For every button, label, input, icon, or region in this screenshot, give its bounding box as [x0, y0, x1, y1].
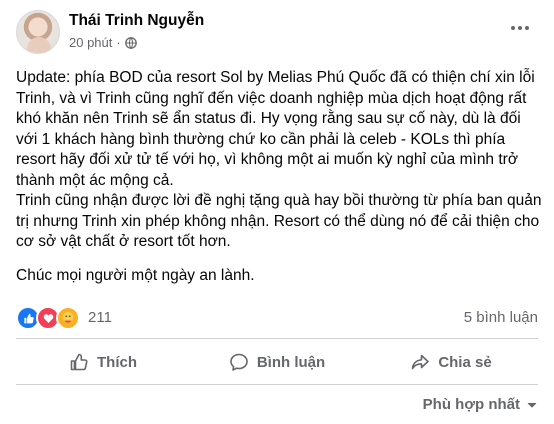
- globe-icon[interactable]: [124, 36, 137, 49]
- meta-separator: ·: [116, 35, 121, 50]
- reaction-icons[interactable]: [16, 306, 80, 330]
- author-name[interactable]: Thái Trinh Nguyễn: [69, 12, 204, 30]
- divider: [16, 338, 538, 339]
- post-header: Thái Trinh Nguyễn 20 phút ·: [16, 10, 538, 58]
- post-paragraph: Update: phía BOD của resort Sol by Melia…: [16, 69, 542, 250]
- comment-icon: [230, 353, 248, 371]
- action-bar: Thích Bình luận Chia sẻ: [16, 340, 538, 384]
- thumbs-up-icon: [70, 353, 88, 371]
- avatar[interactable]: [16, 10, 60, 54]
- share-icon: [412, 354, 430, 370]
- sort-label: Phù hợp nhất: [422, 396, 520, 413]
- post-meta: 20 phút ·: [69, 35, 137, 50]
- post-time[interactable]: 20 phút: [69, 35, 112, 50]
- like-label: Thích: [97, 353, 137, 371]
- post-content: Update: phía BOD của resort Sol by Melia…: [16, 68, 542, 286]
- reaction-count[interactable]: 211: [88, 309, 112, 326]
- comment-sort-dropdown[interactable]: Phù hợp nhất: [423, 396, 538, 413]
- comment-count[interactable]: 5 bình luận: [464, 309, 538, 326]
- comment-button[interactable]: Bình luận: [190, 340, 364, 384]
- post-paragraph: Chúc mọi người một ngày an lành.: [16, 266, 255, 284]
- more-options-icon[interactable]: [506, 18, 534, 38]
- divider: [16, 384, 538, 385]
- reactions-bar: 211 5 bình luận: [16, 306, 538, 330]
- chevron-down-icon: [527, 402, 537, 407]
- comment-label: Bình luận: [256, 353, 326, 371]
- like-button[interactable]: Thích: [16, 340, 190, 384]
- care-icon: [56, 306, 80, 330]
- share-label: Chia sẻ: [438, 353, 492, 371]
- share-button[interactable]: Chia sẻ: [364, 340, 538, 384]
